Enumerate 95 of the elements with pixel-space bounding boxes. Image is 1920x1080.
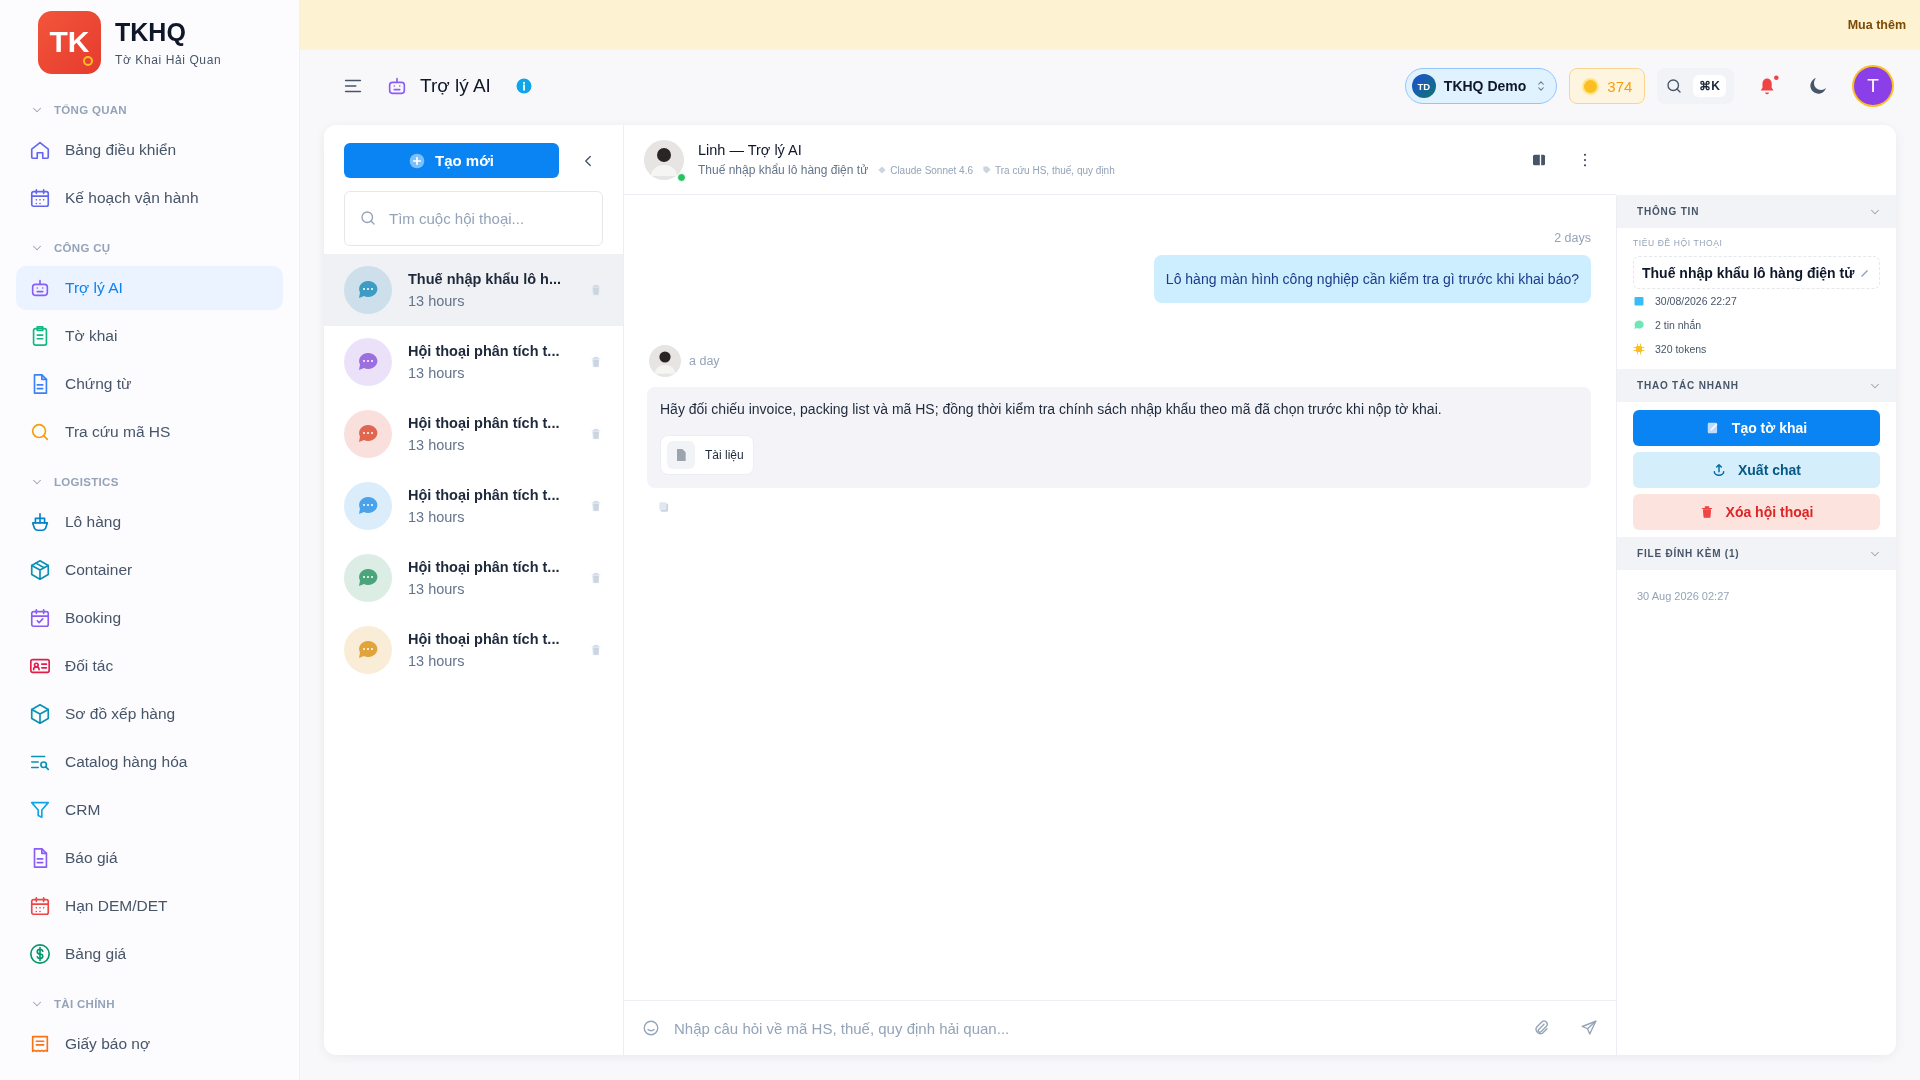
logo: TK bbox=[38, 10, 101, 74]
assistant-name: Linh — Trợ lý AI bbox=[698, 142, 803, 158]
section-title: TÀI CHÍNH bbox=[54, 998, 115, 1010]
section-title: TỔNG QUAN bbox=[54, 104, 127, 116]
send-icon[interactable] bbox=[1580, 1019, 1598, 1037]
workspace-switcher[interactable]: TD TKHQ Demo bbox=[1404, 68, 1558, 104]
section-title: LOGISTICS bbox=[54, 476, 119, 488]
scope-tag: Tra cứu HS, thuế, quy định bbox=[995, 164, 1115, 176]
conversation-title: Hội thoại phân tích t... bbox=[408, 343, 561, 359]
message-field[interactable]: Nhập câu hỏi về mã HS, thuế, quy định hải quan... bbox=[672, 1018, 1520, 1038]
sidebar-item[interactable]: Container bbox=[16, 548, 283, 592]
sidebar-item[interactable]: Chứng từ bbox=[16, 362, 283, 406]
token-count: 320 tokens bbox=[1655, 343, 1707, 355]
trash-icon[interactable] bbox=[589, 427, 603, 441]
conversation-item[interactable]: Thuế nhập khẩu lô h... 13 hours bbox=[324, 254, 623, 326]
conversation-title: Hội thoại phân tích t... bbox=[408, 559, 561, 575]
conversation-time: 13 hours bbox=[408, 653, 466, 669]
created-date: 30/08/2026 22:27 bbox=[1655, 295, 1737, 307]
conversation-title: Hội thoại phân tích t... bbox=[408, 487, 561, 503]
page-title: Trợ lý AI bbox=[420, 75, 491, 97]
brand-name: TKHQ bbox=[115, 17, 187, 47]
sidebar-item[interactable]: Hạn DEM/DET bbox=[16, 884, 283, 928]
avatar-icon bbox=[644, 139, 684, 180]
conversation-item[interactable]: Hội thoại phân tích t... 13 hours bbox=[324, 326, 623, 398]
edit-icon bbox=[1705, 421, 1720, 435]
conversation-topic: Thuế nhập khẩu lô hàng điện tử bbox=[698, 163, 869, 177]
conversation-item[interactable]: Hội thoại phân tích t... 13 hours bbox=[324, 398, 623, 470]
model-tag: Claude Sonnet 4.6 bbox=[890, 164, 973, 176]
copy-icon[interactable] bbox=[657, 500, 671, 514]
section-title: THÔNG TIN bbox=[1637, 206, 1700, 217]
trash-icon[interactable] bbox=[589, 571, 603, 585]
section-title: THAO TÁC NHANH bbox=[1637, 380, 1739, 391]
search-field[interactable]: Tìm cuộc hội thoại... bbox=[344, 191, 603, 246]
sidebar-item[interactable]: Booking bbox=[16, 596, 283, 640]
smile-icon[interactable] bbox=[642, 1019, 660, 1037]
user-message: Lô hàng màn hình công nghiệp cần kiểm tra gì trước khi khai báo? bbox=[1153, 255, 1591, 303]
sidebar-item[interactable]: Báo giá bbox=[16, 836, 283, 880]
section-title: CÔNG CỤ bbox=[54, 242, 111, 254]
sidebar-item[interactable]: Tra cứu mã HS bbox=[16, 410, 283, 454]
robot-icon bbox=[386, 75, 408, 97]
sidebar-item[interactable]: CRM bbox=[16, 788, 283, 832]
conversation-time: 13 hours bbox=[408, 293, 466, 309]
info-icon[interactable] bbox=[514, 77, 533, 95]
sidebar-item[interactable]: Bảng điều khiển bbox=[16, 128, 283, 172]
brand-subtitle: Tờ Khai Hải Quan bbox=[115, 52, 222, 67]
conversation-time: 13 hours bbox=[408, 437, 466, 453]
sidebar-item[interactable]: Sơ đồ xếp hàng bbox=[16, 692, 283, 736]
avatar-icon bbox=[649, 345, 681, 377]
message-time: a day bbox=[689, 354, 720, 368]
trash-icon bbox=[1699, 505, 1714, 519]
message-time: 2 days bbox=[1554, 231, 1591, 245]
field-label: TIÊU ĐỀ HỘI THOẠI bbox=[1633, 238, 1724, 248]
user-avatar[interactable]: T bbox=[1854, 67, 1892, 105]
new-chat-button[interactable]: Tạo mới bbox=[344, 143, 559, 178]
chip-icon bbox=[1633, 343, 1645, 355]
attachment-button[interactable]: Tài liệu bbox=[660, 435, 754, 475]
title-field[interactable]: Thuế nhập khẩu lô hàng điện tử bbox=[1633, 256, 1880, 289]
assistant-message: Hãy đối chiếu invoice, packing list và mã HS; đồng thời kiểm tra chính sách nhập khẩu theo mã đã chọn trước khi nộp tờ khai. bbox=[660, 401, 1442, 417]
calendar-icon bbox=[1633, 295, 1645, 307]
sidebar-item[interactable]: Catalog hàng hóa bbox=[16, 740, 283, 784]
chat-bubble-icon bbox=[1633, 319, 1645, 331]
conversation-time: 13 hours bbox=[408, 581, 466, 597]
conversation-time: 13 hours bbox=[408, 365, 466, 381]
conversation-title: Hội thoại phân tích t... bbox=[408, 415, 561, 431]
section-title: FILE ĐÍNH KÈM (1) bbox=[1637, 548, 1740, 559]
sidebar-item[interactable]: Kế hoạch vận hành bbox=[16, 176, 283, 220]
file-date: 30 Aug 2026 02:27 bbox=[1637, 590, 1731, 602]
diamond-icon bbox=[878, 166, 887, 174]
conversation-title: Hội thoại phân tích t... bbox=[408, 631, 561, 647]
action-button[interactable]: Tạo tờ khai bbox=[1633, 410, 1880, 446]
trash-icon[interactable] bbox=[589, 283, 603, 297]
upload-icon bbox=[1712, 463, 1726, 477]
tag-icon bbox=[983, 166, 991, 174]
trash-icon[interactable] bbox=[589, 355, 603, 369]
message-count: 2 tin nhắn bbox=[1655, 319, 1702, 331]
conversation-item[interactable]: Hội thoại phân tích t... 13 hours bbox=[324, 470, 623, 542]
trash-icon[interactable] bbox=[589, 499, 603, 513]
sidebar-item[interactable]: Giấy báo nợ bbox=[16, 1022, 283, 1066]
conversation-title: Thuế nhập khẩu lô h... bbox=[408, 271, 563, 287]
sidebar-item[interactable]: Lô hàng bbox=[16, 500, 283, 544]
conversation-time: 13 hours bbox=[408, 509, 466, 525]
buy-more-link[interactable]: Mua thêm bbox=[1847, 18, 1906, 32]
sidebar-item[interactable]: Bảng giá bbox=[16, 932, 283, 976]
action-button[interactable]: Xuất chat bbox=[1633, 452, 1880, 488]
paperclip-icon[interactable] bbox=[1532, 1019, 1550, 1037]
sidebar-item[interactable]: Tờ khai bbox=[16, 314, 283, 358]
sidebar-item[interactable]: Đối tác bbox=[16, 644, 283, 688]
conversation-item[interactable]: Hội thoại phân tích t... 13 hours bbox=[324, 542, 623, 614]
conversation-item[interactable]: Hội thoại phân tích t... 13 hours bbox=[324, 614, 623, 686]
search-button[interactable]: ⌘K bbox=[1657, 68, 1734, 104]
online-dot bbox=[677, 172, 686, 182]
action-button[interactable]: Xóa hội thoại bbox=[1633, 494, 1880, 530]
search-icon bbox=[359, 209, 377, 227]
plus-icon bbox=[409, 152, 425, 169]
trash-icon[interactable] bbox=[589, 643, 603, 657]
